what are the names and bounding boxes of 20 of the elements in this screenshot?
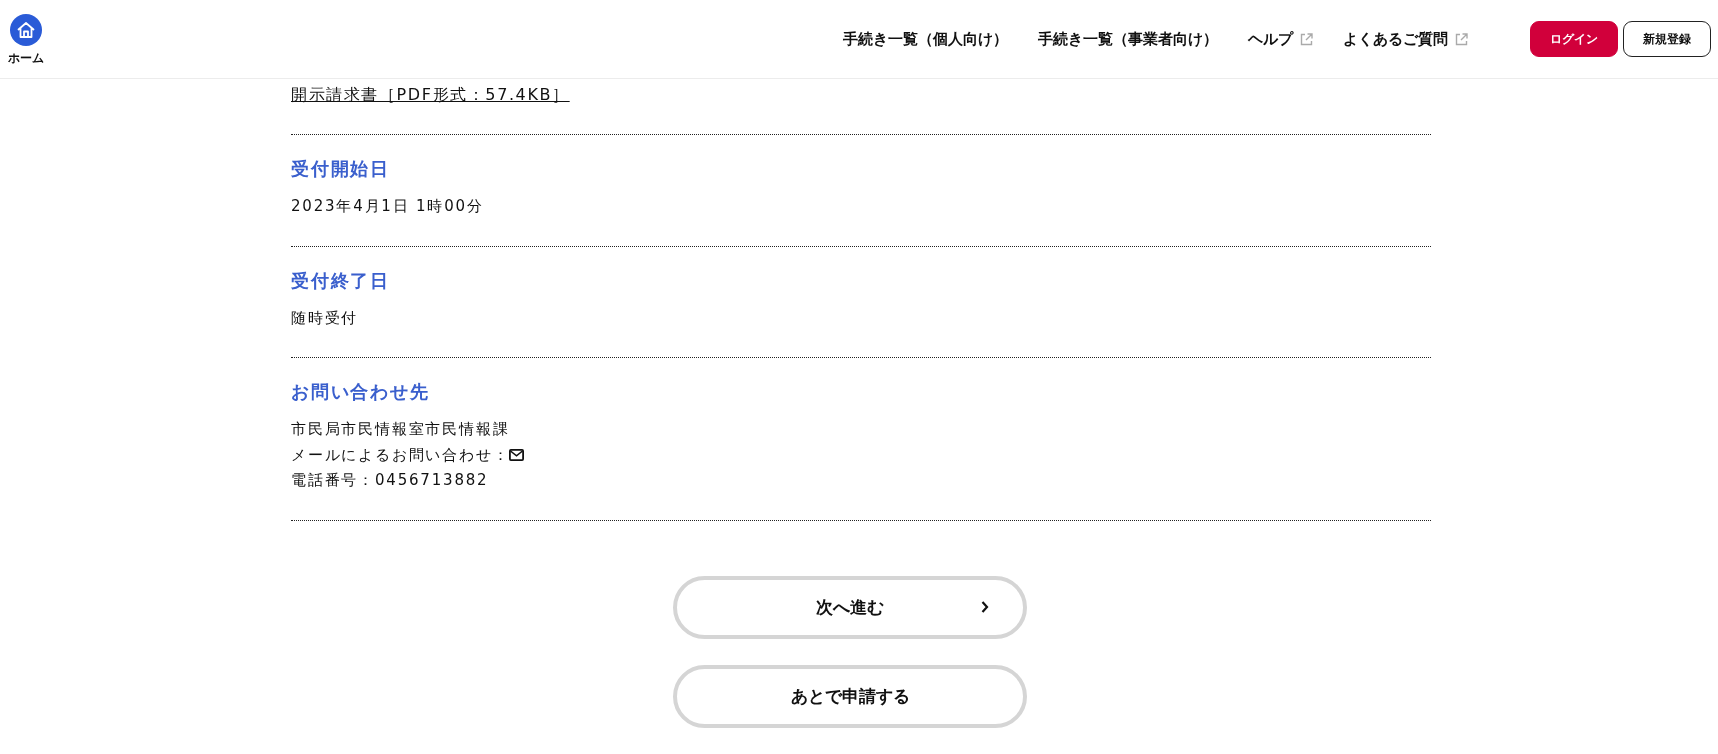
- section-text: 2023年4月1日 1時00分: [291, 196, 484, 218]
- action-button[interactable]: 次へ進む: [673, 575, 1027, 639]
- home-icon: [10, 13, 42, 46]
- section-text: 電話番号：0456713882: [291, 470, 489, 492]
- action-button[interactable]: あとで申請する: [673, 664, 1027, 728]
- section-heading: 受付開始日: [291, 157, 391, 181]
- nav-link[interactable]: 手続き一覧（個人向け）: [843, 29, 1008, 49]
- login-button[interactable]: ログイン: [1530, 21, 1618, 57]
- home-link[interactable]: ホーム: [8, 13, 44, 67]
- section-text: 随時受付: [291, 307, 359, 329]
- nav-link[interactable]: よくあるご質問: [1343, 29, 1468, 49]
- section-heading: 受付終了日: [291, 268, 391, 293]
- mail-icon[interactable]: [509, 449, 525, 462]
- section-text: 市民局市民情報室市民情報課: [291, 419, 510, 441]
- section-heading: お問い合わせ先: [291, 380, 431, 404]
- register-button[interactable]: 新規登録: [1623, 21, 1711, 57]
- nav-link[interactable]: ヘルプ: [1248, 29, 1313, 49]
- nav-link[interactable]: 手続き一覧（事業者向け）: [1038, 29, 1218, 49]
- file-link[interactable]: 開示請求書［PDF形式：57.4KB］: [291, 85, 570, 104]
- contact-text: メールによるお問い合わせ：: [291, 444, 510, 466]
